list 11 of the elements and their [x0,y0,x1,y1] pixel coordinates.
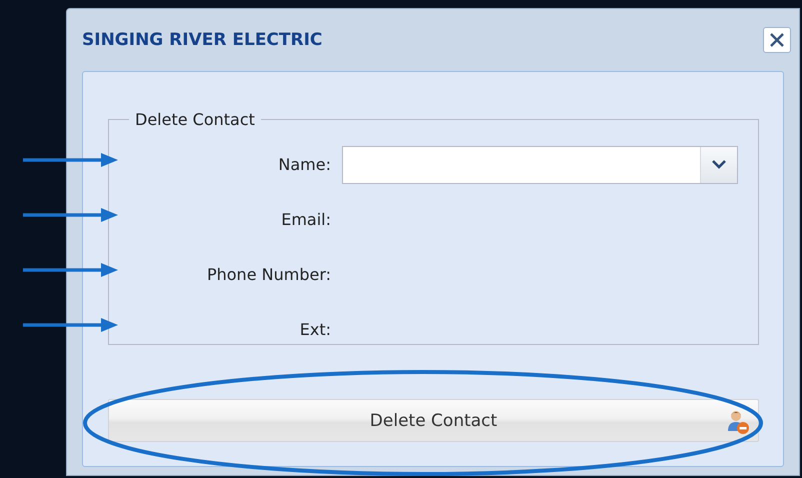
window-title: SINGING RIVER ELECTRIC [82,30,322,50]
close-button[interactable] [763,27,791,53]
fieldset-legend: Delete Contact [129,110,261,129]
field-label: Email: [281,210,331,229]
field-label: Ext: [300,320,331,339]
delete-contact-button[interactable]: Delete Contact [108,399,759,442]
close-icon[interactable] [769,32,785,48]
field-label: Name: [278,155,331,174]
caret-icon[interactable] [712,160,726,169]
remove-user-icon [726,409,750,435]
field-label: Phone Number: [206,265,331,284]
